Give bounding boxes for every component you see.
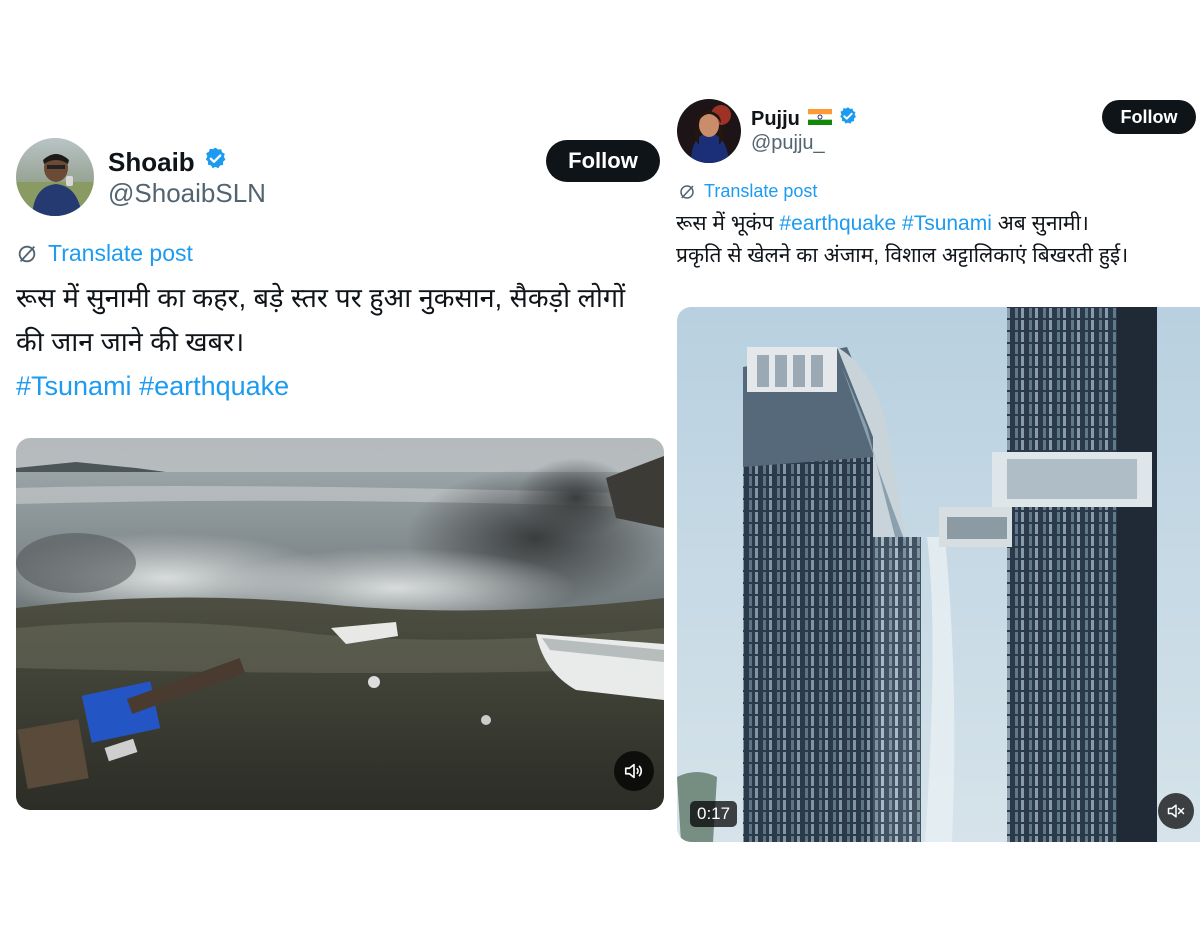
- verified-badge-icon: [203, 146, 228, 178]
- building-video[interactable]: [677, 307, 1200, 842]
- avatar[interactable]: [677, 99, 741, 163]
- mute-button[interactable]: [1158, 793, 1194, 829]
- post-text-prefix: रूस में भूकंप: [676, 212, 774, 235]
- hashtag-link[interactable]: #Tsunami: [902, 212, 992, 235]
- post-shoaib: Shoaib @ShoaibSLN Follow Translate post …: [0, 0, 668, 950]
- post-text: रूस में सुनामी का कहर, बड़े स्तर पर हुआ …: [16, 276, 625, 408]
- translate-post-link[interactable]: Translate post: [678, 181, 817, 202]
- author-name-row[interactable]: Shoaib: [108, 146, 228, 178]
- speaker-icon: [624, 763, 643, 779]
- hashtag-link[interactable]: #earthquake: [139, 371, 289, 401]
- volume-button[interactable]: [614, 751, 654, 791]
- india-flag-icon: [807, 108, 832, 131]
- follow-button[interactable]: Follow: [546, 140, 660, 182]
- hashtag-link[interactable]: #earthquake: [779, 212, 896, 235]
- translate-icon: [680, 184, 694, 199]
- post-text: रूस में भूकंप #earthquake #Tsunami अब सु…: [676, 208, 1128, 272]
- tsunami-video[interactable]: [16, 438, 664, 810]
- author-handle[interactable]: @ShoaibSLN: [108, 178, 266, 209]
- author-name[interactable]: Pujju: [751, 108, 800, 131]
- muted-speaker-icon: [1167, 804, 1185, 818]
- follow-button[interactable]: Follow: [1102, 100, 1196, 134]
- translate-icon: [18, 245, 36, 262]
- post-text-line-1: रूस में भूकंप #earthquake #Tsunami अब सु…: [676, 208, 1128, 240]
- verified-badge-icon: [838, 106, 858, 132]
- avatar[interactable]: [16, 138, 94, 216]
- translate-label[interactable]: Translate post: [48, 240, 193, 267]
- translate-post-link[interactable]: Translate post: [16, 240, 193, 267]
- author-name-row[interactable]: Pujju: [751, 106, 858, 132]
- translate-label[interactable]: Translate post: [704, 181, 817, 202]
- post-pujju: Pujju @pujju_ Follow Translate post रूस …: [668, 0, 1200, 950]
- post-text-suffix: अब सुनामी।: [997, 212, 1089, 235]
- post-text-line-2: प्रकृति से खेलने का अंजाम, विशाल अट्टालि…: [676, 244, 1129, 267]
- hashtag-row: #Tsunami #earthquake: [16, 364, 625, 408]
- post-text-line-1: रूस में सुनामी का कहर, बड़े स्तर पर हुआ …: [16, 283, 626, 313]
- author-name[interactable]: Shoaib: [108, 147, 195, 178]
- author-handle[interactable]: @pujju_: [751, 132, 825, 155]
- hashtag-link[interactable]: #Tsunami: [16, 371, 132, 401]
- video-timestamp: 0:17: [690, 801, 738, 827]
- post-text-line-2: की जान जाने की खबर।: [16, 327, 245, 357]
